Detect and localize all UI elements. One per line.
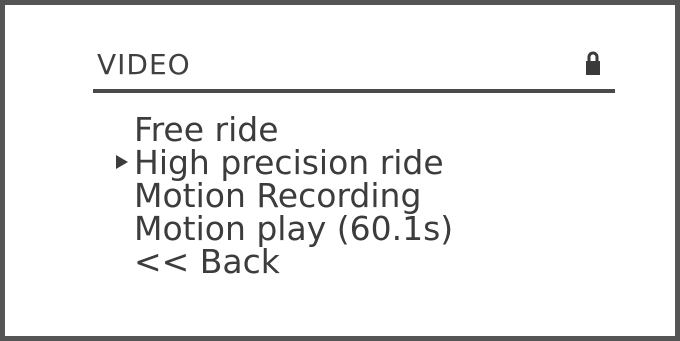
menu-item-label: << Back [134,242,280,281]
menu-item-motion-play[interactable]: Motion play (60.1s) [110,212,453,245]
menu-header: VIDEO [93,42,615,93]
menu-item-free-ride[interactable]: Free ride [110,113,453,146]
lock-icon [586,51,600,75]
menu-list: Free ride High precision ride Motion Rec… [110,113,453,278]
menu-item-high-precision-ride[interactable]: High precision ride [110,146,453,179]
selection-cursor-icon [116,155,128,169]
menu-item-motion-recording[interactable]: Motion Recording [110,179,453,212]
menu-item-back[interactable]: << Back [110,245,453,278]
screen-title: VIDEO [97,48,191,81]
header-underline [93,89,615,93]
lcd-screen: VIDEO Free ride High precision ride Moti… [0,0,680,341]
